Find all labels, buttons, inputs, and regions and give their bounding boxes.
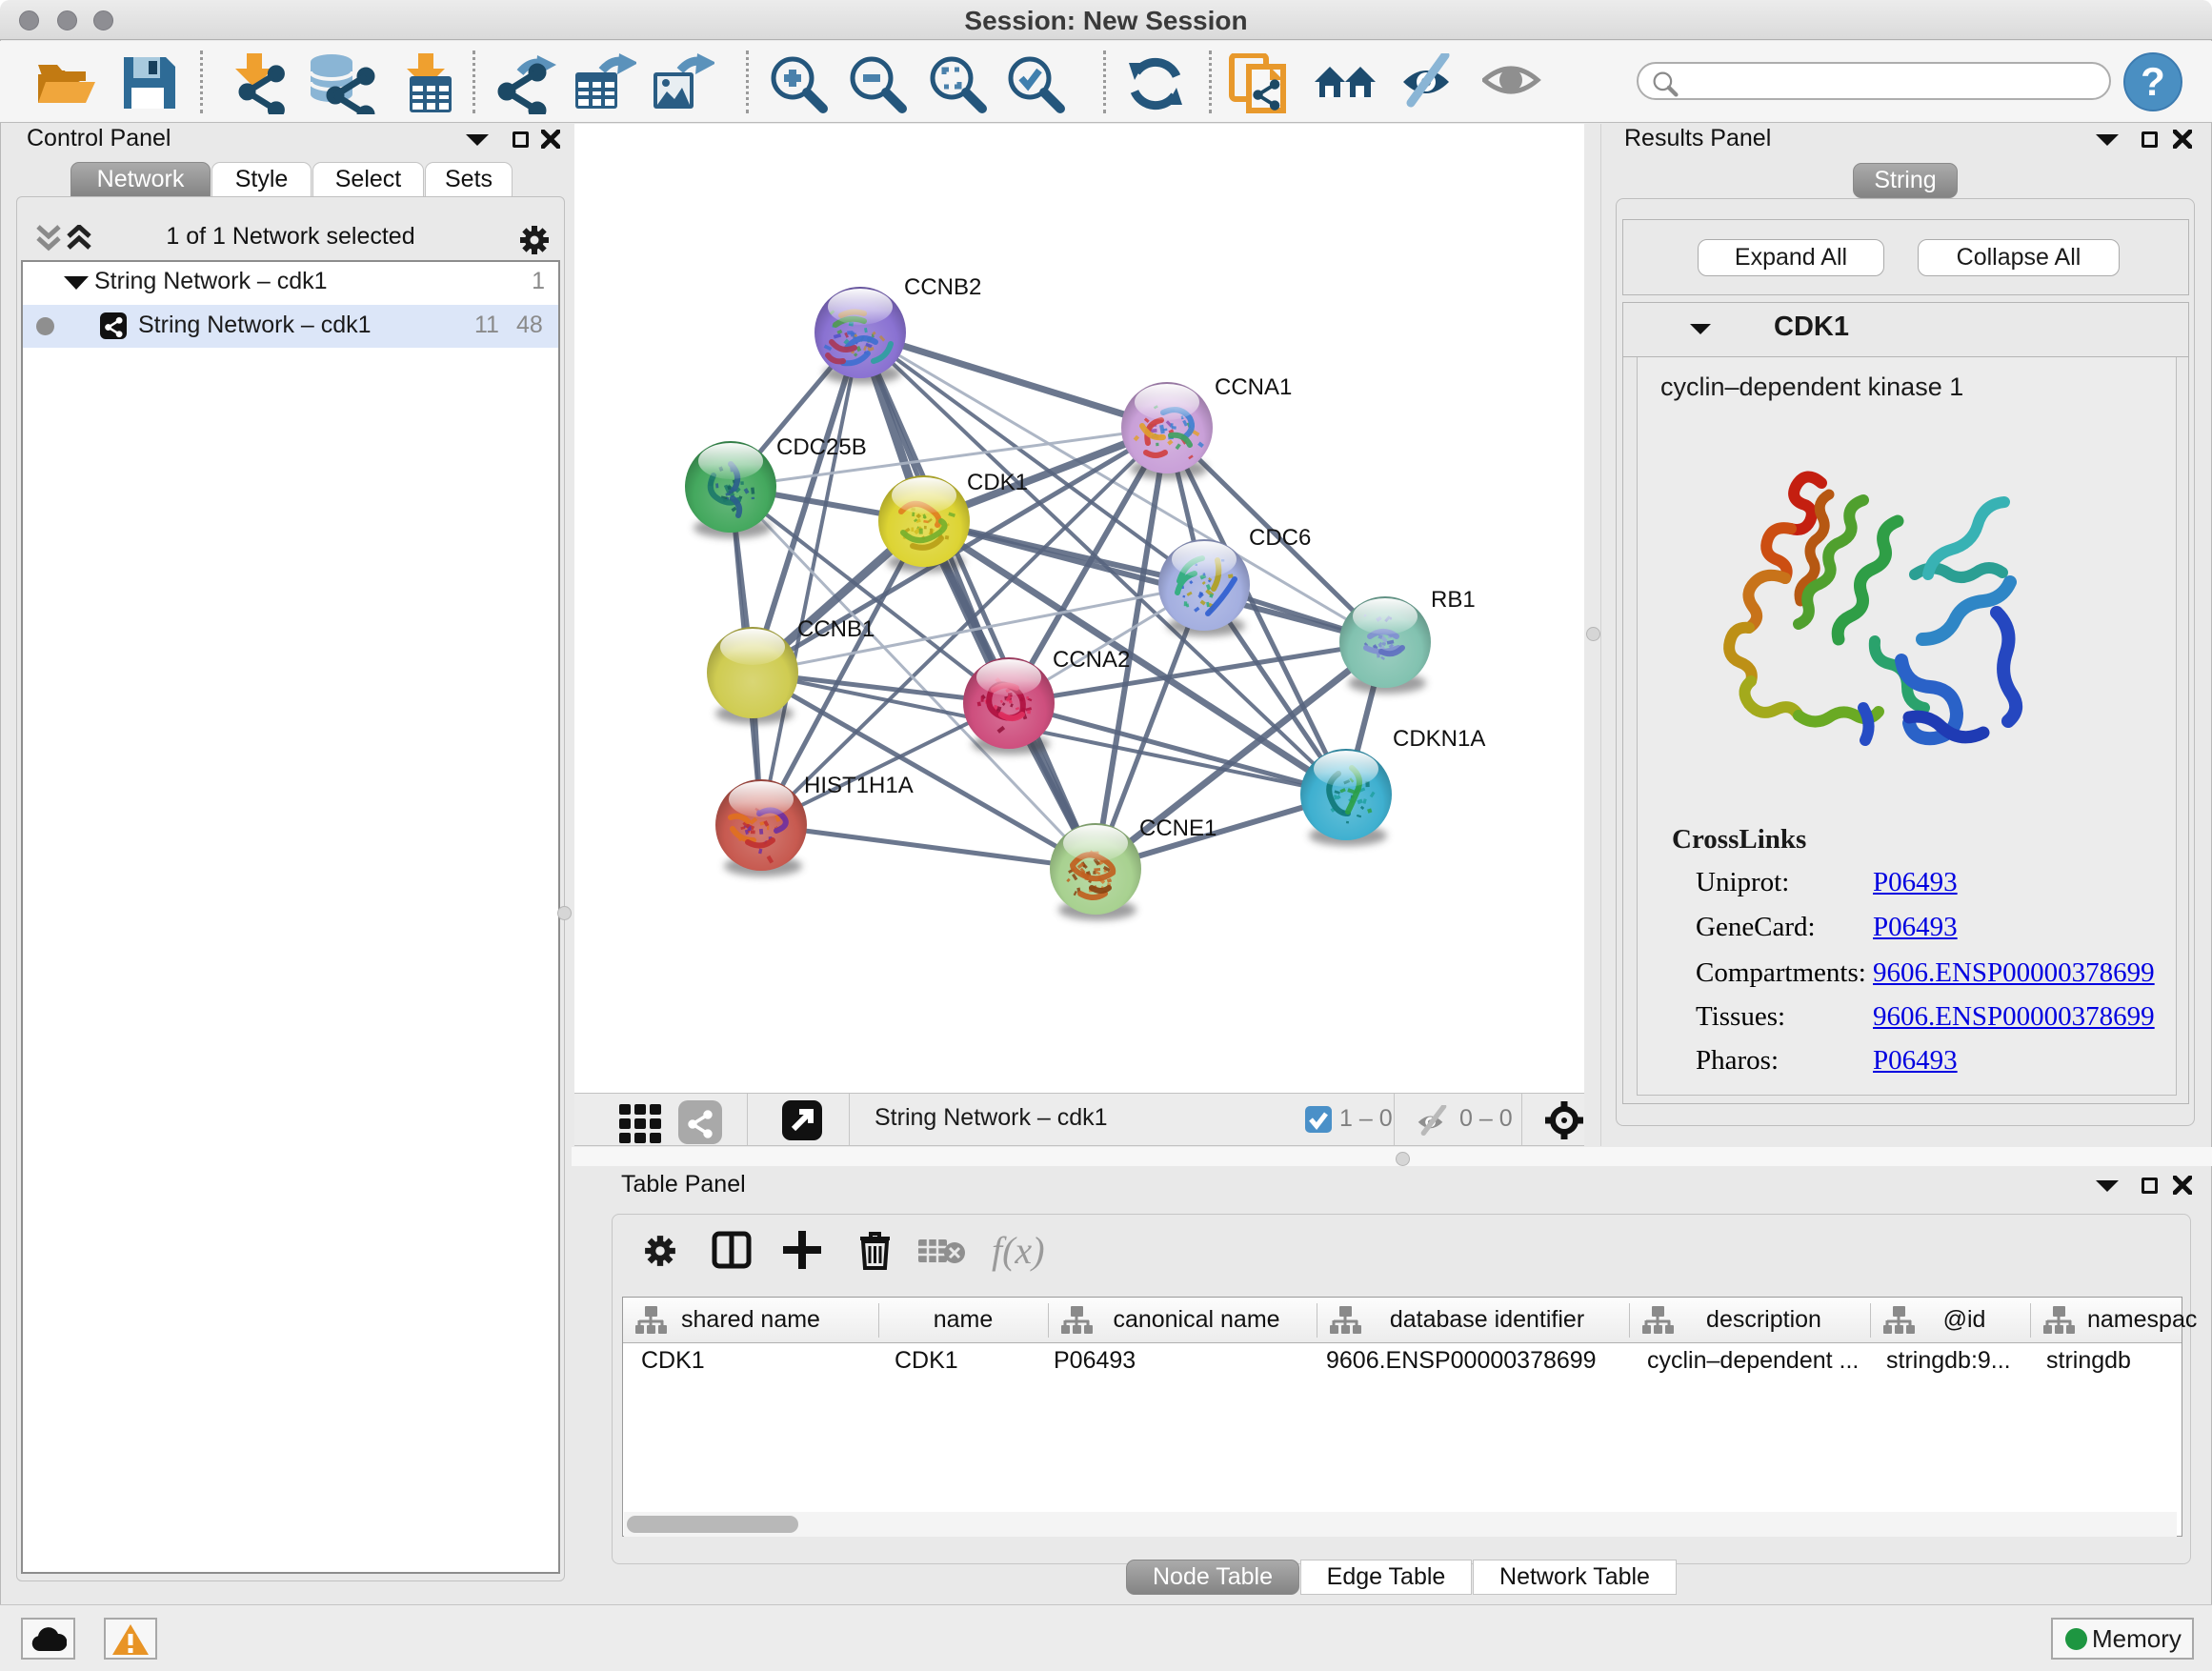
svg-text:HIST1H1A: HIST1H1A: [804, 773, 914, 798]
svg-text:?: ?: [2141, 59, 2165, 104]
svg-text:CCNA2: CCNA2: [1053, 647, 1130, 673]
svg-text:CCNB2: CCNB2: [904, 274, 981, 300]
svg-text:CCNE1: CCNE1: [1139, 815, 1217, 841]
svg-text:CCNB1: CCNB1: [797, 616, 875, 642]
svg-text:CCNA1: CCNA1: [1215, 374, 1292, 400]
svg-text:RB1: RB1: [1431, 587, 1476, 613]
svg-text:CDC6: CDC6: [1249, 525, 1311, 551]
svg-text:CDKN1A: CDKN1A: [1393, 726, 1485, 752]
svg-text:CDC25B: CDC25B: [776, 434, 867, 460]
svg-text:CDK1: CDK1: [967, 470, 1028, 495]
